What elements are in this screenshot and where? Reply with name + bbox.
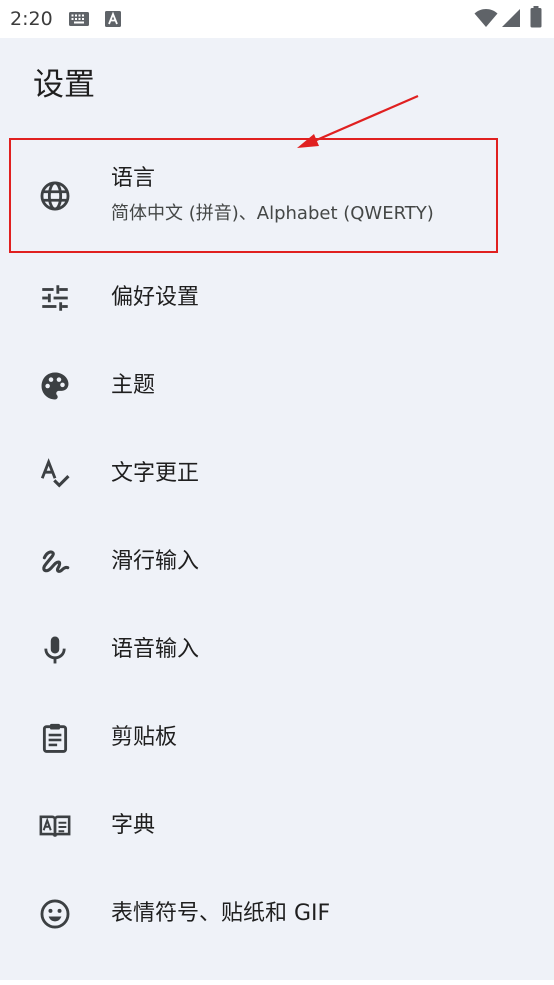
spellcheck-icon — [38, 457, 72, 491]
menu-item-label: 剪贴板 — [111, 725, 178, 750]
palette-icon — [38, 369, 72, 403]
keyboard-icon — [68, 11, 90, 31]
clipboard-icon — [38, 721, 72, 755]
battery-icon — [530, 6, 542, 32]
menu-item-glide-typing[interactable]: 滑行输入 — [0, 522, 554, 602]
menu-item-label: 字典 — [111, 813, 156, 838]
dictionary-icon — [38, 809, 72, 843]
page-title: 设置 — [33, 67, 95, 103]
text-a-icon — [104, 10, 122, 32]
signal-icon — [501, 8, 521, 32]
menu-item-label: 语言 — [111, 166, 156, 191]
menu-item-languages[interactable]: 语言 简体中文 (拼音)、Alphabet (QWERTY) — [0, 140, 554, 252]
navigation-bar — [0, 980, 554, 985]
menu-item-emoji[interactable]: 表情符号、贴纸和 GIF — [0, 874, 554, 954]
emoji-icon — [38, 897, 72, 931]
menu-item-label: 主题 — [111, 373, 156, 398]
gesture-icon — [38, 545, 72, 579]
menu-item-voice-input[interactable]: 语音输入 — [0, 610, 554, 690]
menu-item-label: 滑行输入 — [111, 549, 200, 574]
status-time: 2:20 — [10, 8, 53, 30]
menu-item-label: 文字更正 — [111, 461, 200, 486]
sliders-icon — [38, 281, 72, 315]
menu-item-label: 语音输入 — [111, 637, 200, 662]
menu-item-preferences[interactable]: 偏好设置 — [0, 258, 554, 338]
menu-item-clipboard[interactable]: 剪贴板 — [0, 698, 554, 778]
menu-item-text-correction[interactable]: 文字更正 — [0, 434, 554, 514]
globe-icon — [38, 179, 72, 213]
mic-icon — [38, 633, 72, 667]
menu-item-label: 偏好设置 — [111, 285, 200, 310]
menu-item-subtitle: 简体中文 (拼音)、Alphabet (QWERTY) — [111, 203, 434, 224]
menu-item-label: 表情符号、贴纸和 GIF — [111, 901, 331, 926]
menu-item-dictionary[interactable]: 字典 — [0, 786, 554, 866]
status-bar: 2:20 — [0, 0, 554, 38]
wifi-icon — [474, 8, 498, 32]
menu-item-theme[interactable]: 主题 — [0, 346, 554, 426]
